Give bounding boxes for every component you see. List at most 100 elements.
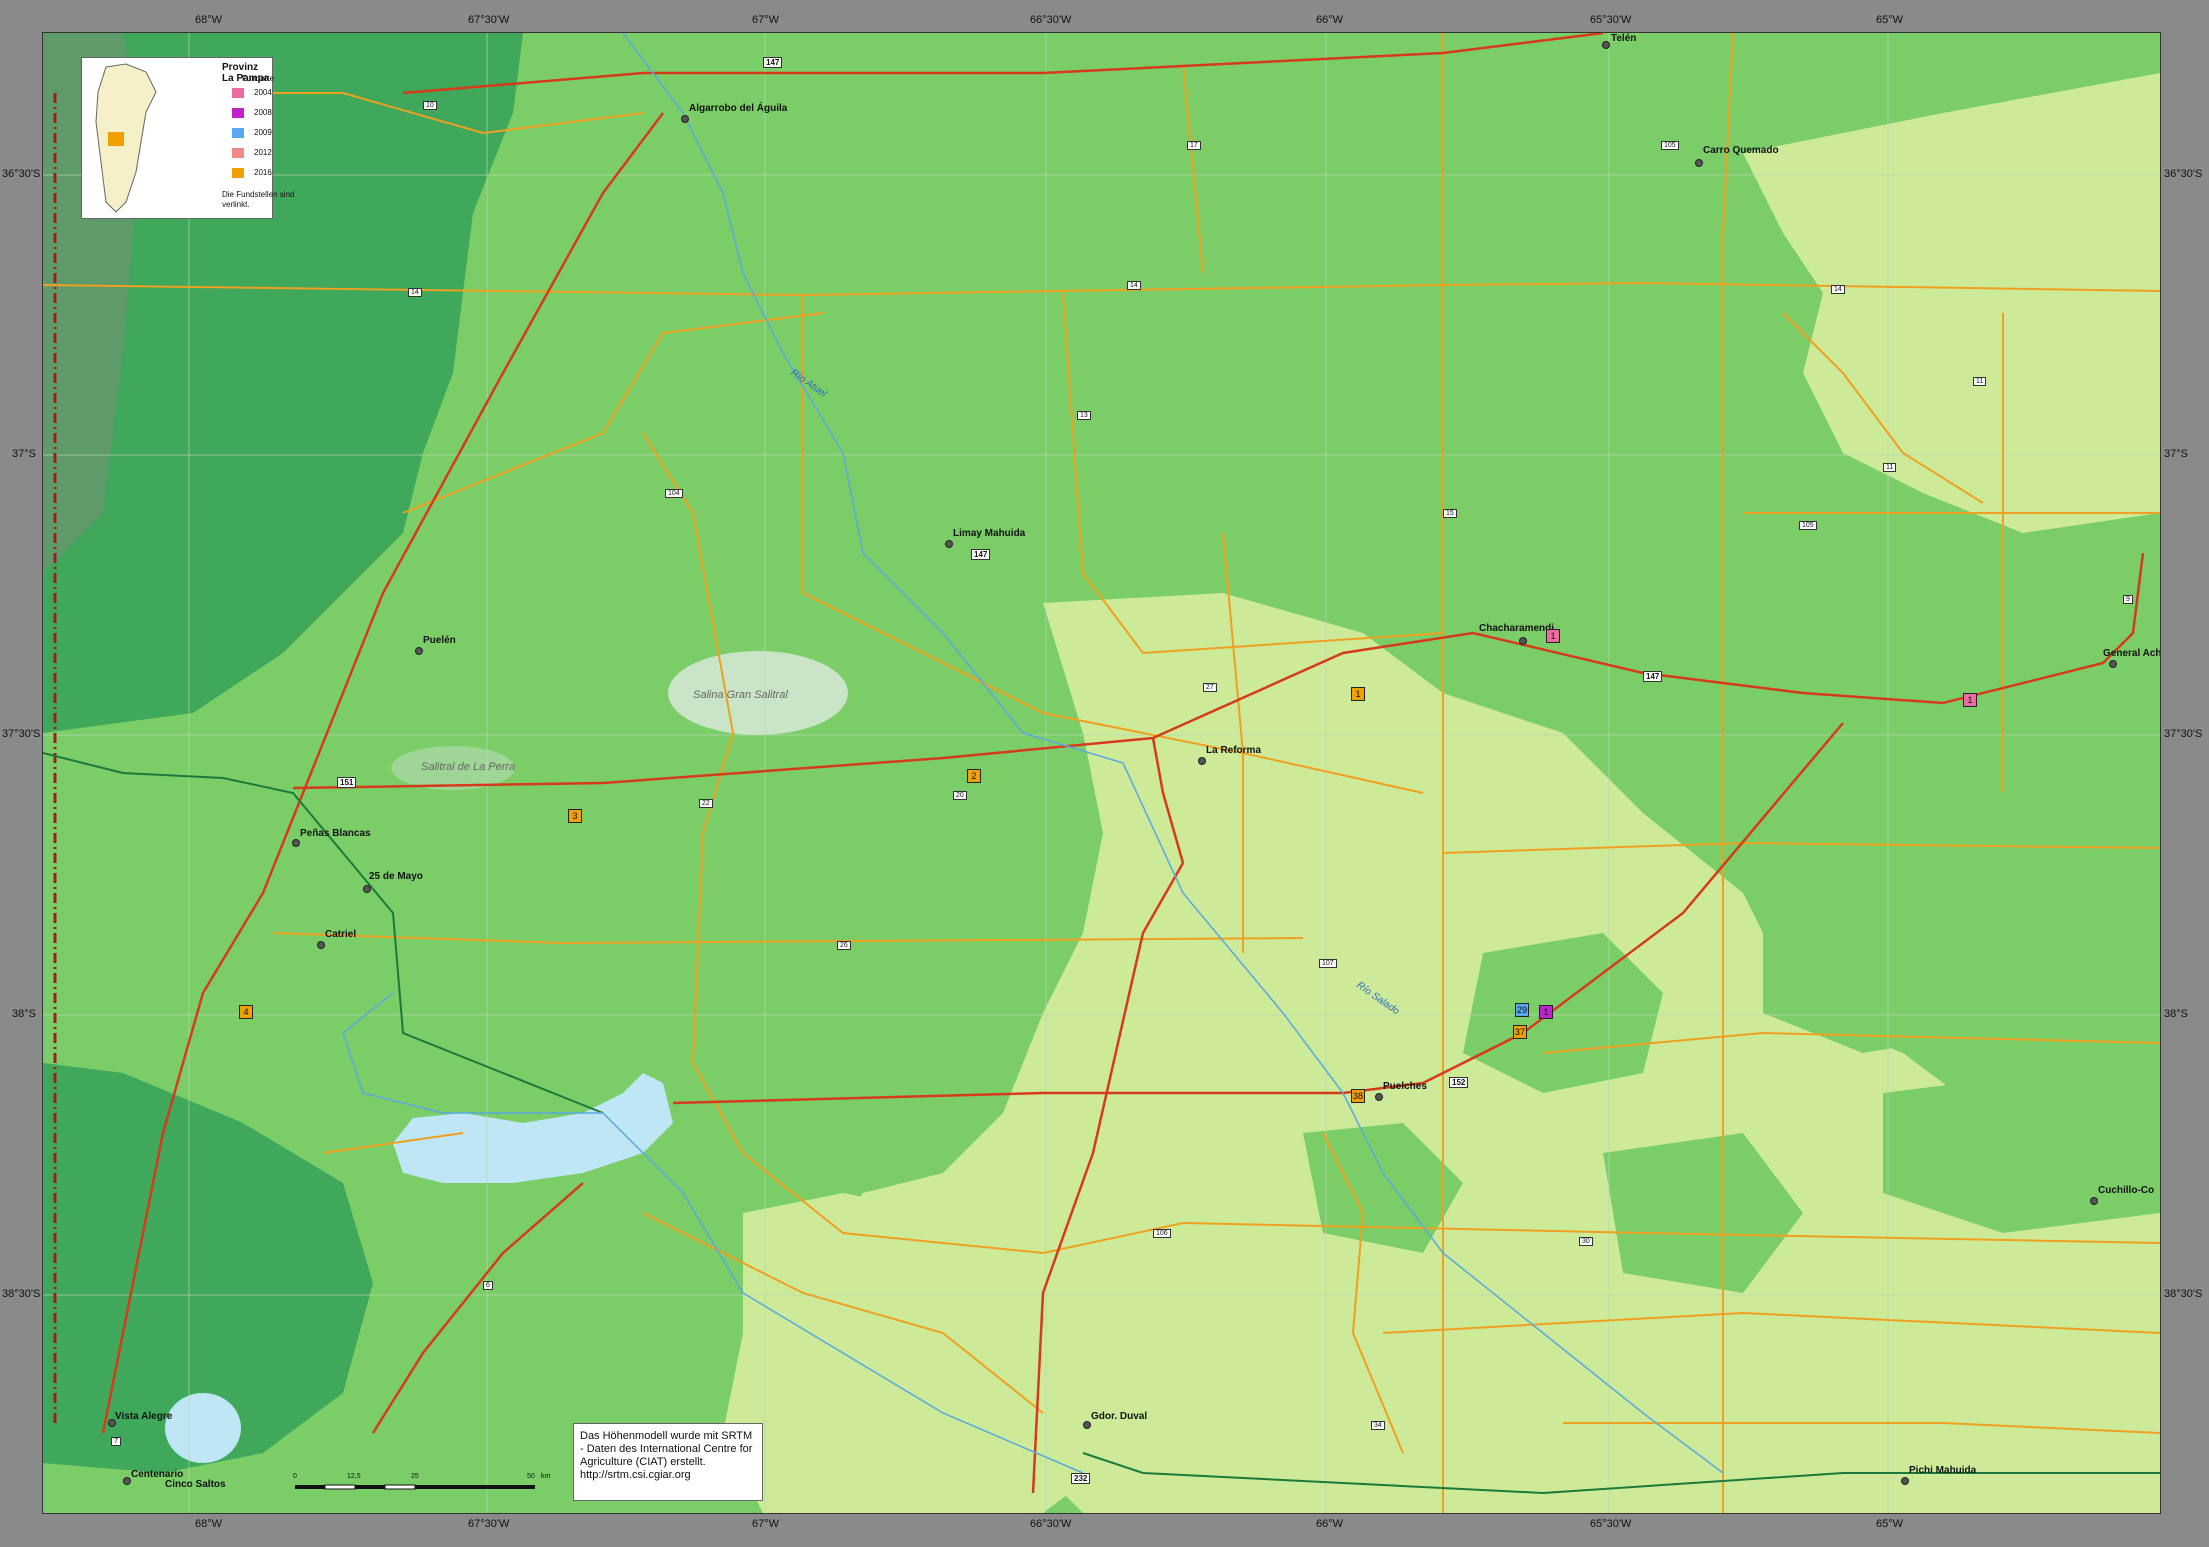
find-marker-2004[interactable]: 1 xyxy=(1963,693,1977,707)
place-pichi-mahuida[interactable]: Pichi Mahuida xyxy=(1909,1465,1976,1476)
top-axis-label: 68°W xyxy=(195,14,223,26)
find-marker-2016[interactable]: 1 xyxy=(1351,687,1365,701)
place-dot xyxy=(363,885,371,893)
place-cuchillo-co[interactable]: Cuchillo-Co xyxy=(2098,1185,2154,1196)
place-dot xyxy=(1695,159,1703,167)
place-dot xyxy=(1519,637,1527,645)
road-14: 14 xyxy=(1831,285,1845,294)
legend-note: Die Fundstellen sind verlinkt. xyxy=(222,190,295,209)
legend-entry: 2008 xyxy=(232,108,272,118)
place-penas-blancas[interactable]: Peñas Blancas xyxy=(300,828,371,839)
left-axis-label: 38°S xyxy=(12,1008,36,1020)
top-axis-label: 67°30'W xyxy=(468,14,510,26)
argentina-locator xyxy=(86,62,186,214)
legend-inset: Provinz La Pampa Fundorte 2004 2008 2009… xyxy=(81,57,294,219)
place-vista-alegre[interactable]: Vista Alegre xyxy=(115,1411,172,1422)
map-sheet: 68°W 67°30'W 67°W 66°30'W 66°W 65°30'W 6… xyxy=(0,0,2209,1547)
scale-label: 0 xyxy=(293,1473,297,1480)
label-salina-gran-salitral: Salina Gran Salitral xyxy=(693,689,788,701)
bottom-axis-label: 66°W xyxy=(1316,1518,1344,1530)
legend-swatch xyxy=(232,108,244,118)
road-20: 20 xyxy=(953,791,967,800)
place-dot xyxy=(1602,41,1610,49)
top-axis-label: 67°W xyxy=(752,14,780,26)
bottom-axis-label: 68°W xyxy=(195,1518,223,1530)
right-axis-label: 38°S xyxy=(2164,1008,2188,1020)
road-22: 22 xyxy=(699,799,713,808)
bottom-axis-label: 67°W xyxy=(752,1518,780,1530)
road-11: 11 xyxy=(1883,463,1897,472)
place-25-de-mayo[interactable]: 25 de Mayo xyxy=(369,871,423,882)
road-232: 232 xyxy=(1071,1473,1091,1484)
place-dot xyxy=(681,115,689,123)
map-canvas[interactable]: Provinz La Pampa Fundorte 2004 2008 2009… xyxy=(42,32,2161,1514)
bottom-axis-label: 65°30'W xyxy=(1590,1518,1632,1530)
find-marker-2016[interactable]: 37 xyxy=(1513,1025,1527,1039)
road-15: 15 xyxy=(1443,509,1457,518)
right-axis-label: 36°30'S xyxy=(2164,168,2203,180)
place-la-reforma[interactable]: La Reforma xyxy=(1206,745,1261,756)
find-marker-2016[interactable]: 3 xyxy=(568,809,582,823)
bottom-axis-label: 66°30'W xyxy=(1030,1518,1072,1530)
road-106: 106 xyxy=(1153,1229,1171,1238)
scale-bar-graphic xyxy=(295,1484,535,1490)
find-marker-2008[interactable]: 1 xyxy=(1539,1005,1553,1019)
road-105: 105 xyxy=(1799,521,1817,530)
road-10: 10 xyxy=(423,101,437,110)
srtm-credit: Das Höhenmodell wurde mit SRTM - Daten d… xyxy=(573,1423,763,1501)
top-axis-label: 66°30'W xyxy=(1030,14,1072,26)
find-marker-2016[interactable]: 2 xyxy=(967,769,981,783)
left-axis-label: 38°30'S xyxy=(2,1288,41,1300)
right-axis-label: 37°30'S xyxy=(2164,728,2203,740)
scale-unit: km xyxy=(541,1473,551,1480)
place-gdor-duval[interactable]: Gdor. Duval xyxy=(1091,1411,1147,1422)
place-dot xyxy=(945,540,953,548)
road-9: 9 xyxy=(2123,595,2133,604)
scale-label: 50 xyxy=(527,1473,535,1480)
left-axis-label: 37°30'S xyxy=(2,728,41,740)
place-chacharamendi[interactable]: Chacharamendi xyxy=(1479,623,1554,634)
place-puelen[interactable]: Puelén xyxy=(423,635,456,646)
lake-casa-de-piedra xyxy=(393,1073,673,1183)
road-11: 11 xyxy=(1973,377,1987,386)
find-marker-2016[interactable]: 4 xyxy=(239,1005,253,1019)
road-152: 152 xyxy=(1449,1077,1469,1088)
road-107: 107 xyxy=(1319,959,1337,968)
find-marker-2009[interactable]: 29 xyxy=(1515,1003,1529,1017)
place-carro-quemado[interactable]: Carro Quemado xyxy=(1703,145,1779,156)
legend-entry: 2012 xyxy=(232,148,272,158)
place-telen[interactable]: Telén xyxy=(1611,33,1636,44)
road-14: 14 xyxy=(408,288,422,297)
scale-label: 25 xyxy=(411,1473,419,1480)
top-axis-label: 66°W xyxy=(1316,14,1344,26)
place-catriel[interactable]: Catriel xyxy=(325,929,356,940)
road-17: 17 xyxy=(1187,141,1201,150)
bottom-axis-label: 65°W xyxy=(1876,1518,1904,1530)
find-marker-2016[interactable]: 38 xyxy=(1351,1089,1365,1103)
find-marker-2004[interactable]: 1 xyxy=(1546,629,1560,643)
road-14: 14 xyxy=(1127,281,1141,290)
place-cinco-saltos[interactable]: Cinco Saltos xyxy=(165,1479,226,1490)
legend-subtitle: Fundorte xyxy=(242,74,275,83)
place-limay-mahuida[interactable]: Limay Mahuida xyxy=(953,528,1025,539)
road-6: 6 xyxy=(483,1281,493,1290)
road-27: 27 xyxy=(1203,683,1217,692)
place-dot xyxy=(2090,1197,2098,1205)
road-147-north: 147 xyxy=(763,57,783,68)
place-dot xyxy=(123,1477,131,1485)
road-147-east: 147 xyxy=(1643,671,1663,682)
place-algarrobo[interactable]: Algarrobo del Águila xyxy=(689,103,787,114)
place-puelches[interactable]: Puelches xyxy=(1383,1081,1427,1092)
scale-label: 12,5 xyxy=(347,1473,361,1480)
place-general-acha[interactable]: General Acha xyxy=(2103,648,2160,659)
place-dot xyxy=(1083,1421,1091,1429)
road-13: 13 xyxy=(1077,411,1091,420)
right-axis-label: 38°30'S xyxy=(2164,1288,2203,1300)
legend-swatch xyxy=(232,128,244,138)
road-104: 104 xyxy=(665,489,683,498)
argentina-outline xyxy=(95,63,157,213)
legend-entry: 2004 xyxy=(232,88,272,98)
place-dot xyxy=(1901,1477,1909,1485)
railway xyxy=(43,752,604,1114)
scale-bar: 0 12,5 25 50 km xyxy=(293,1473,555,1502)
